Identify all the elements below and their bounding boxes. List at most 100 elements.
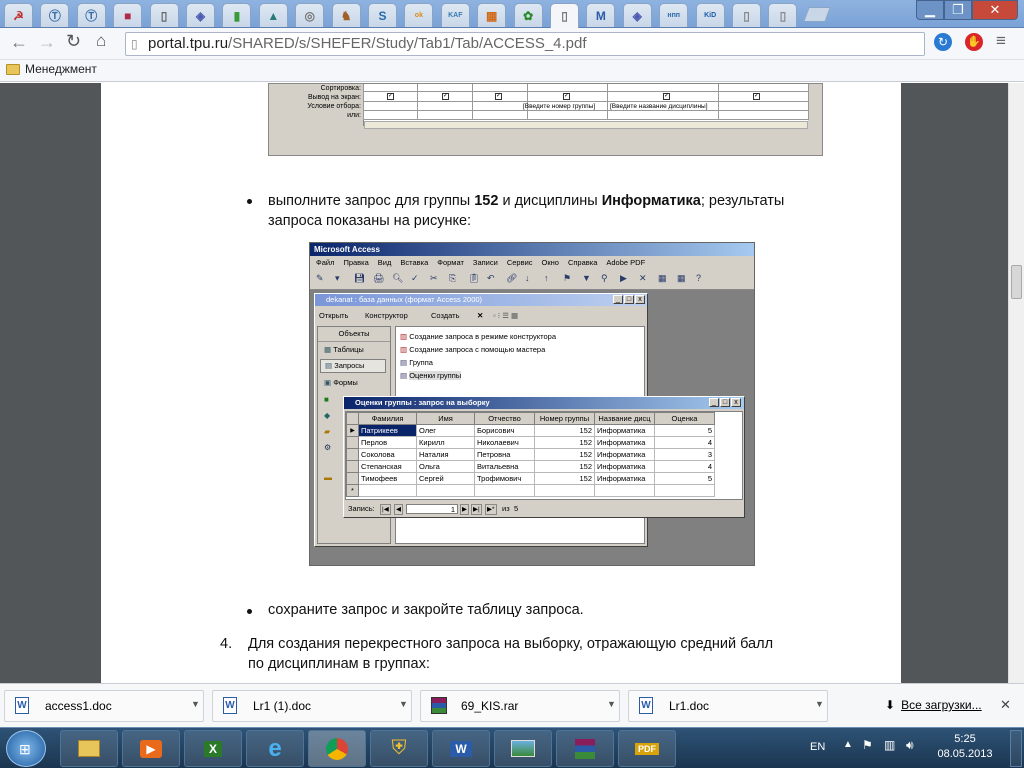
- new-record-icon[interactable]: ▶*: [485, 504, 497, 515]
- first-record-icon[interactable]: |◀: [380, 504, 391, 515]
- table-cell[interactable]: 3: [654, 448, 715, 461]
- browser-tab[interactable]: Ⓣ: [40, 3, 70, 27]
- taskbar-explorer[interactable]: [60, 730, 118, 767]
- menu-item[interactable]: Вид: [378, 258, 392, 267]
- table-cell[interactable]: 4: [654, 436, 715, 449]
- table-cell[interactable]: Витальевна: [474, 460, 535, 473]
- table-cell[interactable]: [358, 484, 417, 497]
- toolbar-tool-icon[interactable]: ✓: [411, 273, 419, 284]
- taskbar-pdf[interactable]: PDF: [618, 730, 676, 767]
- taskbar-winrar[interactable]: [556, 730, 614, 767]
- scrollbar-thumb[interactable]: [1011, 265, 1022, 299]
- close-icon[interactable]: x: [731, 398, 741, 407]
- toolbar-tool-icon[interactable]: ✕: [639, 273, 647, 284]
- dropdown-arrow-icon[interactable]: ▼: [607, 699, 616, 709]
- browser-tab[interactable]: KAF: [440, 3, 470, 27]
- toolbar-tool-icon[interactable]: ▼: [582, 273, 591, 283]
- toolbar-tool-icon[interactable]: ⚑: [563, 273, 571, 284]
- browser-tab[interactable]: ok: [404, 3, 434, 27]
- design-button[interactable]: Конструктор: [365, 309, 408, 323]
- table-cell[interactable]: Соколова: [358, 448, 417, 461]
- browser-tab[interactable]: ◈: [186, 3, 215, 27]
- taskbar-photo-viewer[interactable]: [494, 730, 552, 767]
- menu-item[interactable]: Справка: [568, 258, 597, 267]
- flag-icon[interactable]: ⚑: [862, 738, 873, 752]
- adblock-icon[interactable]: ✋: [965, 33, 983, 51]
- table-cell[interactable]: 152: [534, 424, 595, 437]
- toolbar-tool-icon[interactable]: ✂: [430, 273, 438, 284]
- table-cell[interactable]: 152: [534, 448, 595, 461]
- home-icon[interactable]: ⌂: [96, 31, 106, 51]
- table-cell[interactable]: Патрикеев: [358, 424, 417, 437]
- table-row[interactable]: Тимофеев Сергей Трофимович 152 Информатика 5: [346, 472, 715, 485]
- all-downloads-link[interactable]: ⬇ Все загрузки...: [885, 698, 982, 712]
- menu-item[interactable]: Сервис: [507, 258, 533, 267]
- table-cell[interactable]: Наталия: [416, 448, 475, 461]
- toolbar-tool-icon[interactable]: 🖨︎: [373, 273, 384, 284]
- table-row[interactable]: ▶ Патрикеев Олег Борисович 152 Информатика 5: [346, 424, 715, 437]
- browser-tab[interactable]: KiD: [695, 3, 725, 27]
- clock[interactable]: 5:25 08.05.2013: [930, 732, 1000, 762]
- new-record-row[interactable]: *: [346, 484, 715, 497]
- object-queries[interactable]: ▤ Запросы: [320, 359, 386, 373]
- taskbar-chrome[interactable]: [308, 730, 366, 767]
- table-row[interactable]: Соколова Наталия Петровна 152 Информатика 3: [346, 448, 715, 461]
- next-record-icon[interactable]: ▶: [460, 504, 469, 515]
- row-selector[interactable]: [346, 436, 359, 449]
- minimize-window-button[interactable]: ▁: [916, 0, 944, 20]
- minimize-icon[interactable]: _: [709, 398, 719, 407]
- table-cell[interactable]: 152: [534, 460, 595, 473]
- bookmark-folder[interactable]: Менеджмент: [6, 62, 97, 76]
- browser-tab[interactable]: M: [586, 3, 616, 27]
- table-cell[interactable]: Степанская: [358, 460, 417, 473]
- page-scrollbar[interactable]: [1008, 83, 1024, 683]
- create-button[interactable]: Создать: [431, 309, 460, 323]
- row-selector[interactable]: ▶: [346, 424, 359, 437]
- show-checkbox[interactable]: ✓: [753, 93, 760, 100]
- table-cell[interactable]: Николаевич: [474, 436, 535, 449]
- browser-tab[interactable]: ◈: [622, 3, 652, 27]
- forward-icon[interactable]: →: [38, 32, 56, 53]
- record-number-input[interactable]: 1: [406, 504, 458, 514]
- close-icon[interactable]: x: [635, 295, 645, 304]
- query-item-grades[interactable]: ▤ Оценки группы: [400, 369, 556, 382]
- toolbar-tool-icon[interactable]: ?: [696, 273, 701, 283]
- toolbar-tool-icon[interactable]: 💾︎: [354, 273, 365, 284]
- browser-tab[interactable]: S: [368, 3, 397, 27]
- new-tab-button[interactable]: [803, 7, 831, 22]
- dropdown-arrow-icon[interactable]: ▼: [399, 699, 408, 709]
- macro-icon[interactable]: ▰: [324, 427, 330, 436]
- column-header[interactable]: Фамилия: [358, 412, 417, 425]
- menu-item[interactable]: Adobe PDF: [606, 258, 645, 267]
- table-cell[interactable]: [654, 484, 715, 497]
- taskbar-word[interactable]: W: [432, 730, 490, 767]
- browser-tab[interactable]: ▯: [732, 3, 761, 27]
- report-icon[interactable]: ■: [324, 395, 329, 404]
- browser-tab[interactable]: ▯: [149, 3, 179, 27]
- browser-tab[interactable]: ▲: [258, 3, 288, 27]
- table-cell[interactable]: 152: [534, 436, 595, 449]
- table-cell[interactable]: 5: [654, 472, 715, 485]
- browser-tab[interactable]: ▯: [550, 3, 579, 28]
- download-item[interactable]: W Lr1.doc ▼: [628, 690, 828, 722]
- toolbar-tool-icon[interactable]: 🔍︎: [392, 273, 403, 284]
- table-cell[interactable]: Борисович: [474, 424, 535, 437]
- toolbar-tool-icon[interactable]: ✎: [316, 273, 324, 284]
- object-tables[interactable]: ▦ Таблицы: [324, 345, 364, 354]
- table-cell[interactable]: Перлов: [358, 436, 417, 449]
- table-cell[interactable]: Информатика: [594, 472, 655, 485]
- dropdown-arrow-icon[interactable]: ▼: [815, 699, 824, 709]
- modules-icon[interactable]: ⚙: [324, 443, 331, 452]
- row-selector[interactable]: [346, 472, 359, 485]
- table-cell[interactable]: Олег: [416, 424, 475, 437]
- column-header[interactable]: Название дисц: [594, 412, 655, 425]
- column-header[interactable]: Номер группы: [534, 412, 595, 425]
- toolbar-tool-icon[interactable]: ▦: [677, 273, 686, 284]
- taskbar-excel[interactable]: X: [184, 730, 242, 767]
- table-cell[interactable]: [416, 484, 475, 497]
- menu-item[interactable]: Формат: [437, 258, 464, 267]
- toolbar-tool-icon[interactable]: 🔗︎: [506, 273, 517, 284]
- table-cell[interactable]: Сергей: [416, 472, 475, 485]
- open-button[interactable]: Открыть: [319, 309, 348, 323]
- download-item[interactable]: 69_KIS.rar ▼: [420, 690, 620, 722]
